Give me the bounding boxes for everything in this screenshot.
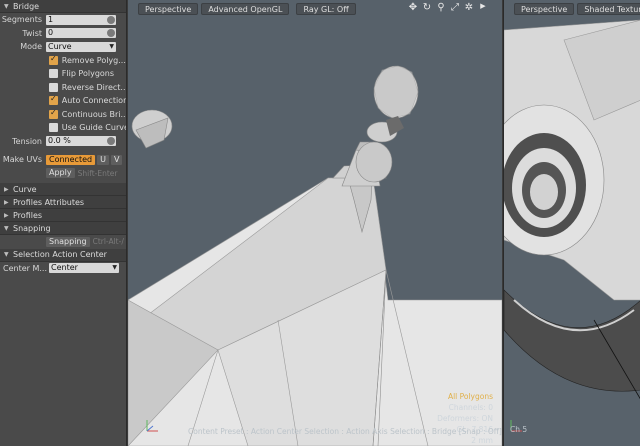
selection-action-center-header[interactable]: ▼ Selection Action Center <box>0 248 126 262</box>
center-mode-select[interactable]: Center ▼ <box>49 263 119 274</box>
perspective-viewport[interactable]: Perspective Advanced OpenGL Ray GL: Off … <box>128 0 502 446</box>
tension-label: Tension <box>12 136 42 146</box>
profiles-section-header[interactable]: ▶ Profiles <box>0 209 126 222</box>
viewport2-corner-text: Ch 5 <box>510 425 528 434</box>
segments-input[interactable]: 1 <box>46 14 116 25</box>
expand-triangle-icon: ▶ <box>4 211 9 219</box>
tension-slider-knob-icon[interactable] <box>107 137 115 146</box>
checkbox-row[interactable]: Continuous Bri... <box>0 108 126 122</box>
center-mode-value: Center <box>51 263 78 273</box>
twist-row: Twist 0 <box>0 27 126 41</box>
auto-connection-checkbox[interactable] <box>49 94 58 106</box>
mode-value: Curve <box>48 41 72 51</box>
remove-polygons-checkbox[interactable] <box>49 54 58 65</box>
chevron-down-icon: ▼ <box>112 264 117 272</box>
3d-mesh-render[interactable] <box>128 0 502 446</box>
units-status: 2 mm <box>471 436 493 445</box>
center-mode-row: Center M... Center ▼ <box>0 262 126 276</box>
advanced-opengl-tab[interactable]: Advanced OpenGL <box>201 2 290 15</box>
apply-shortcut-hint: Shift-Enter <box>77 168 118 178</box>
ray-gl-tab[interactable]: Ray GL: Off <box>296 2 356 15</box>
flip-polygons-checkbox[interactable] <box>49 69 58 79</box>
checkbox-label: Continuous Bri... <box>61 109 126 119</box>
tension-input[interactable]: 0.0 % <box>46 136 116 147</box>
segments-label: Segments <box>1 15 42 25</box>
axis-gizmo-icon <box>146 420 158 432</box>
profiles-title: Profiles <box>13 210 43 220</box>
selection-action-center-title: Selection Action Center <box>13 250 107 259</box>
snapping-section-header[interactable]: ▼ Snapping <box>0 222 126 235</box>
checkbox-label: Auto Connection <box>61 96 126 106</box>
viewport2-toolbar: Perspective Shaded Texture <box>504 0 640 17</box>
snapping-title: Snapping <box>13 223 51 233</box>
snapping-button[interactable]: Snapping <box>46 236 90 247</box>
tension-value: 0.0 % <box>48 136 71 146</box>
expand-triangle-icon: ▶ <box>4 198 9 206</box>
checkbox-row[interactable]: Auto Connection <box>0 94 126 108</box>
checkbox-row[interactable]: Remove Polyg... <box>0 54 126 68</box>
perspective-tab-2[interactable]: Perspective <box>514 2 575 15</box>
tension-row: Tension 0.0 % <box>0 135 126 149</box>
u-button[interactable]: U <box>97 154 109 165</box>
curve-section-header[interactable]: ▶ Curve <box>0 183 126 196</box>
curve-title: Curve <box>13 184 37 194</box>
twist-value: 0 <box>48 28 54 38</box>
checkbox-row[interactable]: Flip Polygons <box>0 67 126 81</box>
apply-button[interactable]: Apply <box>46 168 75 179</box>
channels-status: Channels: 0 <box>448 403 493 412</box>
expand-triangle-icon: ▶ <box>4 185 9 193</box>
bridge-title: Bridge <box>13 1 40 11</box>
segments-slider-knob-icon[interactable] <box>107 15 115 24</box>
segments-row: Segments 1 <box>0 13 126 27</box>
v-button[interactable]: V <box>110 154 123 165</box>
bridge-options: Remove Polyg... Flip Polygons Reverse Di… <box>0 54 126 135</box>
collapse-triangle-icon: ▼ <box>4 251 9 258</box>
deformers-status: Deformers: ON <box>437 414 493 423</box>
mode-select[interactable]: Curve ▼ <box>46 41 116 52</box>
checkbox-label: Flip Polygons <box>61 69 115 79</box>
shaded-texture-tab[interactable]: Shaded Texture <box>577 2 640 15</box>
collapse-triangle-icon: ▼ <box>4 224 9 232</box>
3d-shaded-render[interactable] <box>504 0 640 446</box>
mode-label: Mode <box>20 42 42 52</box>
twist-label: Twist <box>22 28 42 38</box>
collapse-triangle-icon: ▼ <box>4 2 9 10</box>
chevron-down-icon: ▼ <box>109 42 114 50</box>
checkbox-row[interactable]: Reverse Direct... <box>0 81 126 95</box>
viewport-toolbar: Perspective Advanced OpenGL Ray GL: Off <box>128 0 502 17</box>
checkbox-label: Reverse Direct... <box>61 82 126 92</box>
make-uvs-label: Make UVs <box>2 155 42 165</box>
continuous-bridge-checkbox[interactable] <box>49 108 58 119</box>
use-guide-curve-checkbox[interactable] <box>49 123 58 133</box>
profiles-attributes-section-header[interactable]: ▶ Profiles Attributes <box>0 196 126 209</box>
twist-input[interactable]: 0 <box>46 28 116 39</box>
checkbox-label: Remove Polyg... <box>61 55 126 65</box>
snapping-row: Snapping Ctrl-Alt-/ <box>0 235 126 249</box>
selection-status: All Polygons <box>447 392 493 401</box>
checkbox-row[interactable]: Use Guide Curve <box>0 121 126 135</box>
connected-button[interactable]: Connected <box>46 154 96 165</box>
apply-row: Apply Shift-Enter <box>0 167 126 181</box>
bridge-section-header[interactable]: ▼ Bridge <box>0 0 126 13</box>
mode-row: Mode Curve ▼ <box>0 40 126 54</box>
segments-value: 1 <box>48 14 54 24</box>
reverse-direction-checkbox[interactable] <box>49 82 58 92</box>
center-mode-label: Center M... <box>3 263 47 273</box>
snapping-shortcut-hint: Ctrl-Alt-/ <box>92 237 124 247</box>
tool-properties-panel: ▼ Bridge Segments 1 Twist 0 Mode Curve ▼… <box>0 0 127 446</box>
shaded-viewport[interactable]: Perspective Shaded Texture Ch 5 <box>503 0 640 446</box>
twist-slider-knob-icon[interactable] <box>107 29 115 38</box>
profiles-attributes-title: Profiles Attributes <box>13 197 85 207</box>
action-center-info: Content Preset : Action Center Selection… <box>188 427 502 436</box>
make-uvs-row: Make UVs Connected U V <box>0 153 126 167</box>
checkbox-label: Use Guide Curve <box>61 123 126 133</box>
perspective-tab[interactable]: Perspective <box>138 2 199 15</box>
